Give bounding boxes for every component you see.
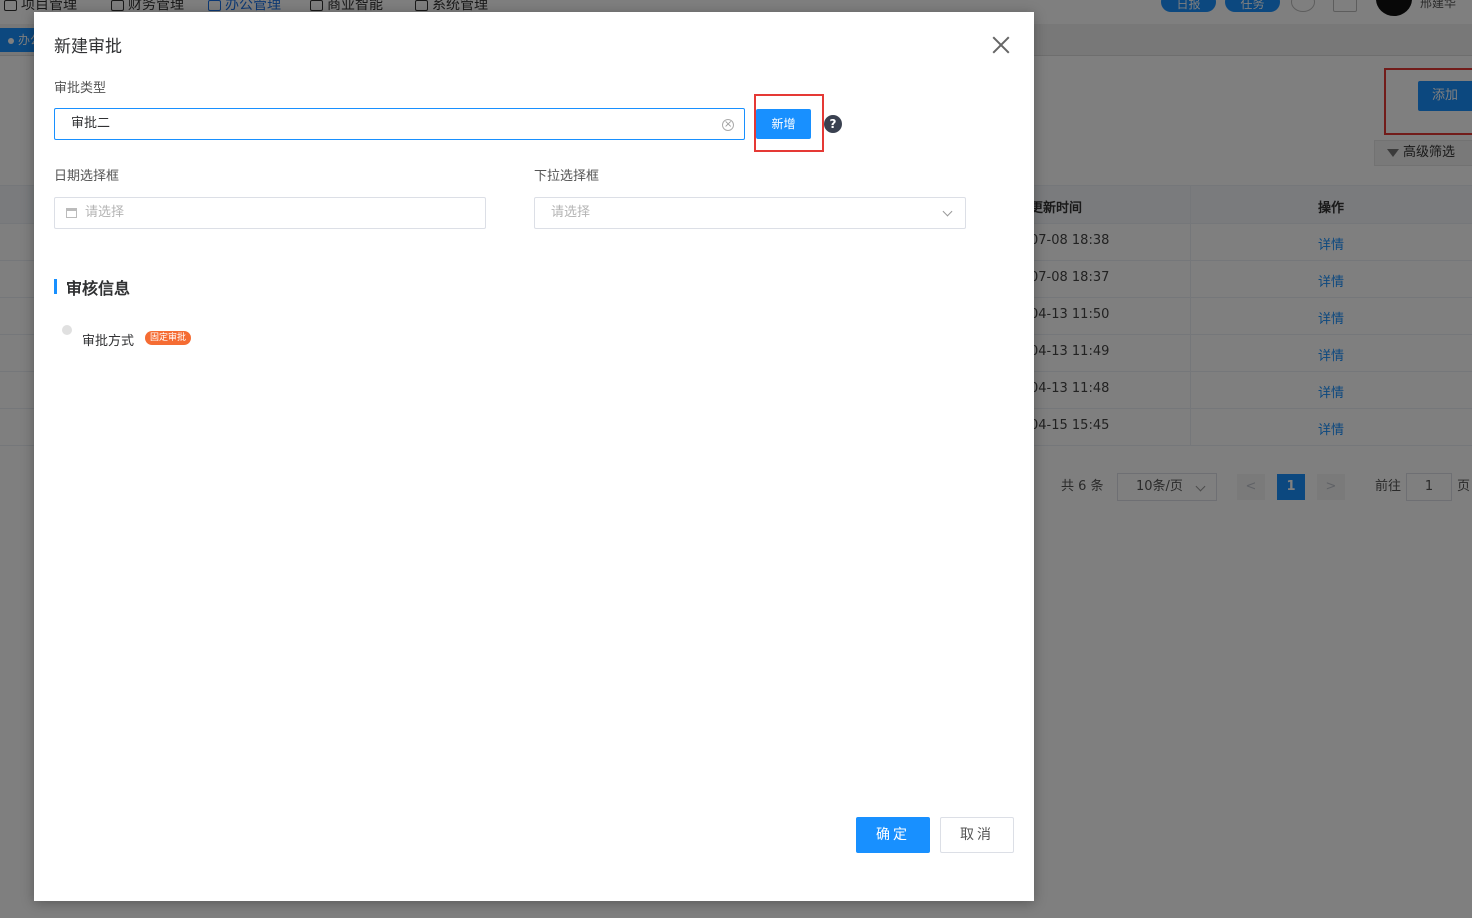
section-accent-bar bbox=[54, 279, 57, 294]
fixed-approval-badge: 固定审批 bbox=[145, 331, 192, 345]
cancel-button[interactable]: 取消 bbox=[940, 817, 1014, 853]
approval-type-input[interactable]: 审批二 bbox=[54, 108, 745, 140]
date-field-label: 日期选择框 bbox=[54, 169, 120, 184]
new-approval-dialog: 新建审批 审批类型 审批二 新增 ? 日期选择框 请选择 下拉选择框 请选择 审… bbox=[34, 12, 1034, 901]
help-icon[interactable]: ? bbox=[824, 115, 842, 133]
close-icon[interactable] bbox=[992, 36, 1010, 54]
calendar-icon bbox=[66, 208, 77, 218]
select-placeholder: 请选择 bbox=[551, 205, 591, 220]
clear-icon[interactable] bbox=[722, 111, 734, 139]
highlight-box-new bbox=[754, 94, 824, 152]
confirm-button[interactable]: 确定 bbox=[856, 817, 930, 853]
date-picker-input[interactable]: 请选择 bbox=[54, 197, 486, 229]
chevron-down-icon bbox=[942, 206, 953, 217]
select-field-label: 下拉选择框 bbox=[534, 169, 600, 184]
date-placeholder: 请选择 bbox=[85, 205, 125, 220]
approval-method-label: 审批方式 bbox=[82, 334, 135, 349]
dialog-title: 新建审批 bbox=[54, 37, 122, 57]
step-dot-icon bbox=[62, 325, 72, 335]
approval-type-label: 审批类型 bbox=[54, 81, 107, 96]
dropdown-select[interactable]: 请选择 bbox=[534, 197, 966, 229]
approval-type-value: 审批二 bbox=[71, 116, 111, 131]
review-section-title: 审核信息 bbox=[66, 279, 131, 298]
